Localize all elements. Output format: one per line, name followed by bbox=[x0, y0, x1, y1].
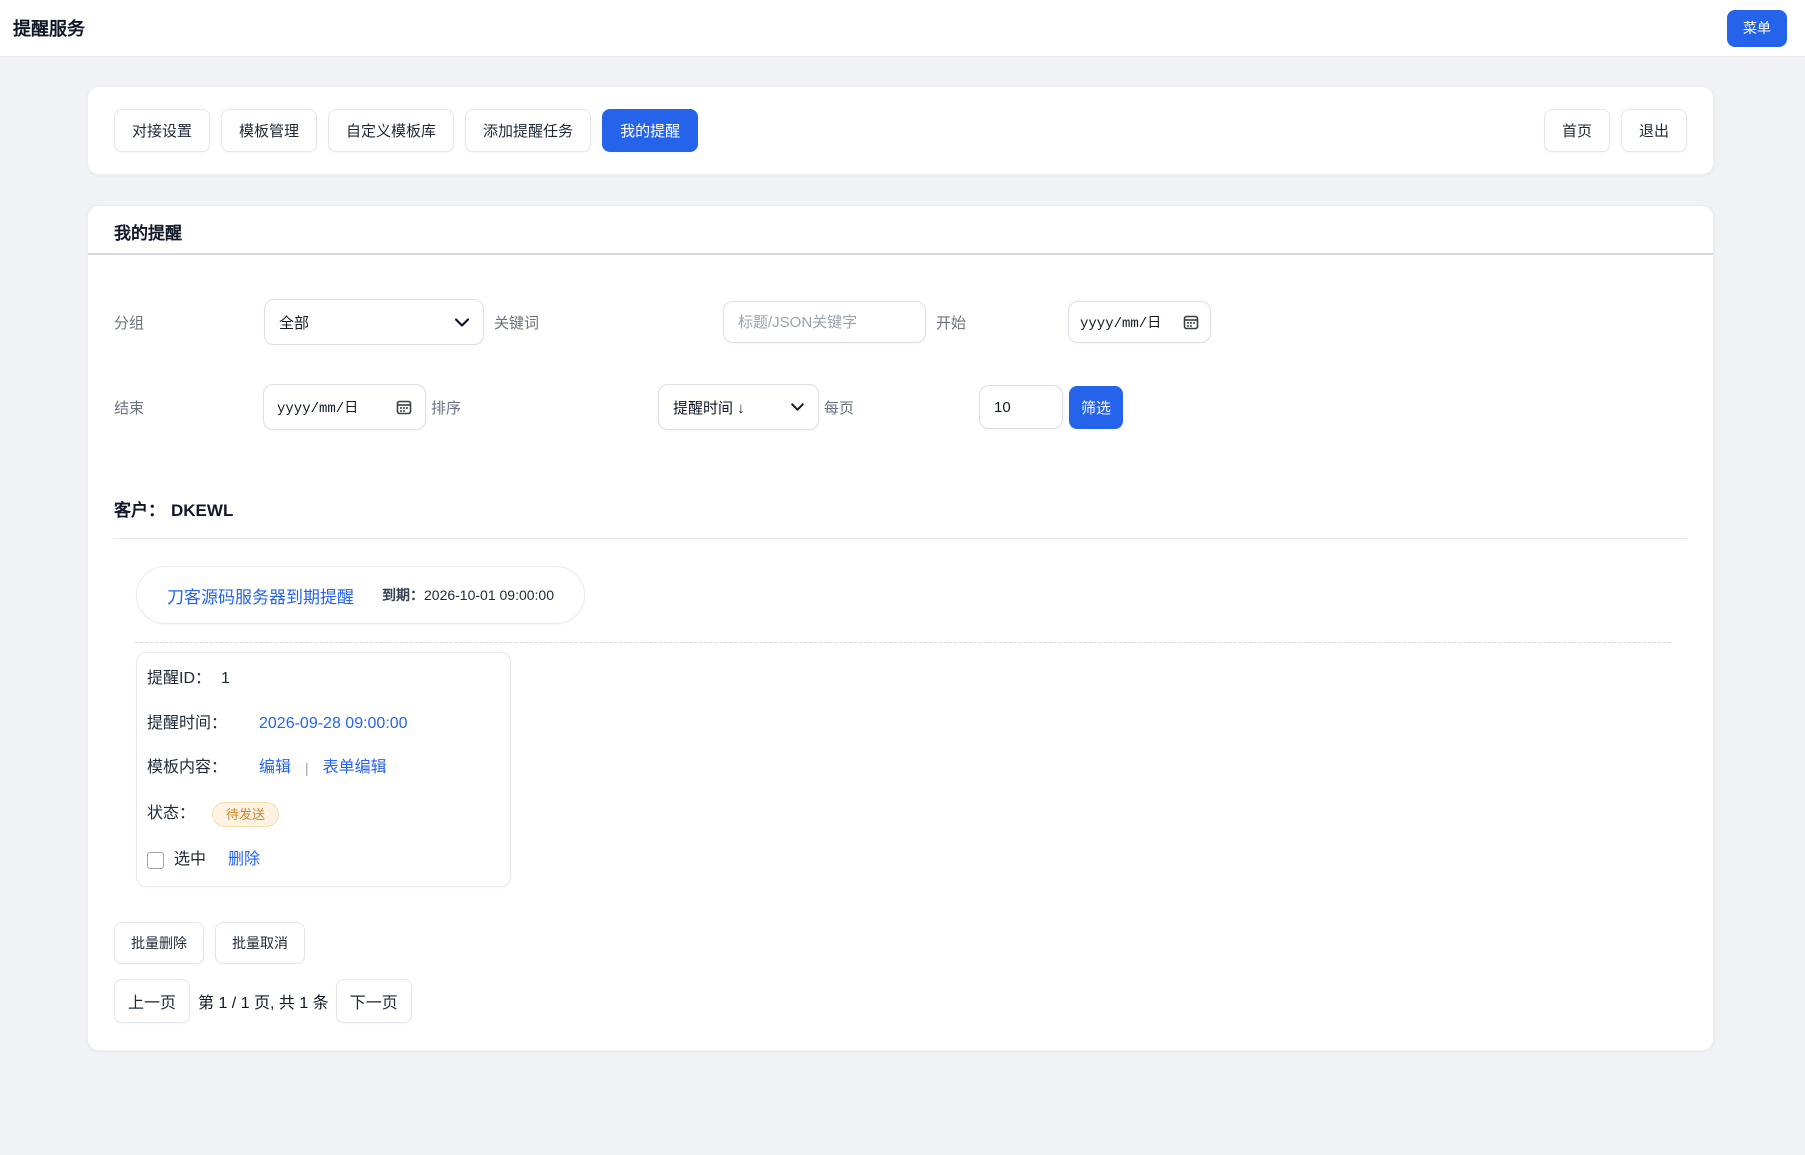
status-badge: 待发送 bbox=[212, 802, 279, 827]
nav-tabs: 对接设置 模板管理 自定义模板库 添加提醒任务 我的提醒 bbox=[114, 109, 698, 152]
app-title: 提醒服务 bbox=[13, 15, 85, 41]
link-separator: | bbox=[305, 757, 309, 779]
delete-link[interactable]: 删除 bbox=[228, 849, 260, 871]
group-select-value: 全部 bbox=[279, 312, 309, 333]
filter-button[interactable]: 筛选 bbox=[1069, 386, 1123, 429]
keyword-input[interactable] bbox=[738, 314, 911, 331]
due-time: 2026-10-01 09:00:00 bbox=[424, 587, 554, 603]
nav-card: 对接设置 模板管理 自定义模板库 添加提醒任务 我的提醒 首页 退出 bbox=[87, 86, 1714, 175]
start-date-input[interactable]: yyyy/mm/日 bbox=[1068, 301, 1211, 343]
batch-cancel-button[interactable]: 批量取消 bbox=[215, 922, 305, 964]
sort-label: 排序 bbox=[426, 397, 658, 418]
per-page-input[interactable] bbox=[994, 399, 1048, 416]
tab-my-reminders[interactable]: 我的提醒 bbox=[602, 109, 698, 152]
group-select[interactable]: 全部 bbox=[264, 299, 484, 345]
logout-button[interactable]: 退出 bbox=[1621, 109, 1687, 152]
batch-actions: 批量删除 批量取消 bbox=[114, 922, 1713, 964]
reminder-id-label: 提醒ID： bbox=[147, 668, 211, 690]
client-section: 客户： DKEWL 刀客源码服务器到期提醒 到期：2026-10-01 09:00… bbox=[88, 497, 1713, 887]
chevron-down-icon bbox=[791, 403, 804, 411]
start-date-label: 开始 bbox=[926, 312, 1068, 333]
reminder-time-row: 提醒时间： 2026-09-28 09:00:00 bbox=[147, 713, 498, 735]
template-content-row: 模板内容： 编辑 | 表单编辑 bbox=[147, 757, 498, 779]
select-checkbox[interactable] bbox=[147, 852, 164, 869]
client-name: DKEWL bbox=[171, 501, 233, 520]
filter-row-2: 结束 yyyy/mm/日 排序 提醒时间 ↓ 每页 bbox=[114, 384, 1687, 430]
form-edit-link[interactable]: 表单编辑 bbox=[323, 757, 387, 779]
end-date-label: 结束 bbox=[114, 397, 263, 418]
status-label: 状态： bbox=[147, 803, 195, 825]
per-page-label: 每页 bbox=[819, 397, 979, 418]
due-label: 到期： bbox=[382, 587, 424, 603]
reminder-id-row: 提醒ID： 1 bbox=[147, 668, 498, 690]
client-divider bbox=[114, 538, 1687, 539]
keyword-input-wrap bbox=[723, 301, 926, 343]
nav-actions: 首页 退出 bbox=[1544, 109, 1687, 152]
end-date-input[interactable]: yyyy/mm/日 bbox=[263, 384, 426, 430]
tab-template-management[interactable]: 模板管理 bbox=[221, 109, 317, 152]
dashed-divider bbox=[135, 642, 1671, 643]
select-row: 选中 删除 bbox=[147, 849, 498, 871]
pagination-info: 第 1 / 1 页, 共 1 条 bbox=[198, 989, 329, 1013]
due-text: 到期：2026-10-01 09:00:00 bbox=[382, 585, 554, 605]
filter-form: 分组 全部 关键词 开始 yyyy/mm/日 bbox=[88, 255, 1713, 430]
select-label: 选中 bbox=[174, 849, 206, 871]
tab-custom-template-library[interactable]: 自定义模板库 bbox=[328, 109, 454, 152]
client-label: 客户： bbox=[114, 501, 165, 520]
chevron-down-icon bbox=[455, 318, 469, 327]
reminder-pill: 刀客源码服务器到期提醒 到期：2026-10-01 09:00:00 bbox=[136, 566, 585, 624]
group-label: 分组 bbox=[114, 312, 264, 333]
home-button[interactable]: 首页 bbox=[1544, 109, 1610, 152]
page-content: 对接设置 模板管理 自定义模板库 添加提醒任务 我的提醒 首页 退出 我的提醒 … bbox=[87, 86, 1714, 1051]
per-page-input-wrap bbox=[979, 385, 1063, 429]
template-content-label: 模板内容： bbox=[147, 757, 259, 779]
calendar-icon[interactable] bbox=[1183, 314, 1199, 330]
next-page-button[interactable]: 下一页 bbox=[336, 979, 412, 1023]
menu-button[interactable]: 菜单 bbox=[1727, 10, 1787, 47]
start-date-placeholder: yyyy/mm/日 bbox=[1080, 312, 1161, 332]
tab-add-reminder-task[interactable]: 添加提醒任务 bbox=[465, 109, 591, 152]
my-reminders-panel: 我的提醒 分组 全部 关键词 开始 yyyy/mm/日 bbox=[87, 205, 1714, 1051]
keyword-label: 关键词 bbox=[484, 312, 723, 333]
filter-row-1: 分组 全部 关键词 开始 yyyy/mm/日 bbox=[114, 299, 1687, 345]
sort-select-value: 提醒时间 ↓ bbox=[673, 397, 745, 418]
panel-header: 我的提醒 bbox=[88, 206, 1713, 255]
reminder-id-value: 1 bbox=[221, 668, 230, 690]
reminder-time-link[interactable]: 2026-09-28 09:00:00 bbox=[259, 713, 408, 735]
edit-link[interactable]: 编辑 bbox=[259, 757, 291, 779]
reminder-title-link[interactable]: 刀客源码服务器到期提醒 bbox=[167, 583, 354, 608]
reminder-time-label: 提醒时间： bbox=[147, 713, 259, 735]
calendar-icon[interactable] bbox=[396, 399, 412, 415]
status-row: 状态： 待发送 bbox=[147, 802, 498, 827]
prev-page-button[interactable]: 上一页 bbox=[114, 979, 190, 1023]
client-heading: 客户： DKEWL bbox=[114, 497, 1687, 525]
reminder-detail-card: 提醒ID： 1 提醒时间： 2026-09-28 09:00:00 模板内容： … bbox=[136, 652, 511, 887]
end-date-placeholder: yyyy/mm/日 bbox=[277, 397, 358, 417]
batch-delete-button[interactable]: 批量删除 bbox=[114, 922, 204, 964]
pagination: 上一页 第 1 / 1 页, 共 1 条 下一页 bbox=[114, 979, 1713, 1023]
topbar: 提醒服务 菜单 bbox=[0, 0, 1805, 57]
tab-connection-settings[interactable]: 对接设置 bbox=[114, 109, 210, 152]
sort-select[interactable]: 提醒时间 ↓ bbox=[658, 384, 819, 430]
panel-title: 我的提醒 bbox=[114, 221, 1687, 246]
